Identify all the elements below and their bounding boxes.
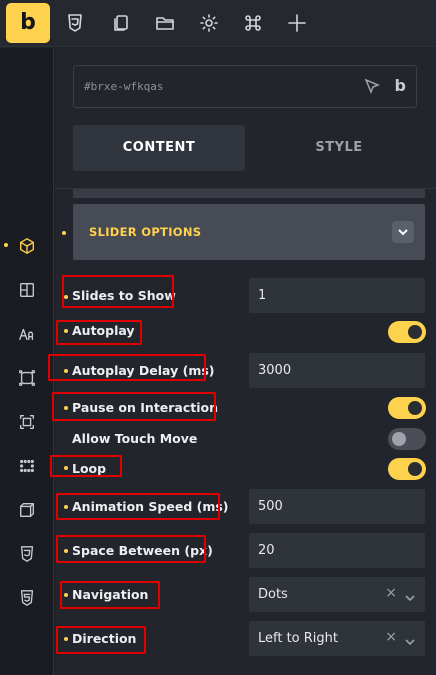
plus-icon[interactable] — [284, 10, 310, 36]
clear-icon[interactable]: × — [385, 629, 397, 645]
slider-options-section[interactable]: SLIDER OPTIONS — [73, 204, 425, 260]
chevron-down-icon[interactable] — [392, 221, 414, 243]
highlight-box — [62, 275, 174, 308]
navigation-select[interactable]: Dots × — [249, 577, 425, 612]
tab-style[interactable]: STYLE — [253, 125, 425, 171]
loop-toggle[interactable] — [388, 458, 426, 480]
animation-speed-input[interactable]: 500 — [249, 489, 425, 524]
highlight-box — [56, 493, 220, 520]
layout-icon[interactable] — [14, 277, 40, 303]
select-value: Dots — [258, 587, 288, 602]
border-effects-icon[interactable] — [14, 365, 40, 391]
space-between-input[interactable]: 20 — [249, 533, 425, 568]
section-indicator — [62, 231, 66, 235]
typography-icon[interactable] — [14, 321, 40, 347]
transform-icon[interactable] — [14, 497, 40, 523]
input-value: 3000 — [258, 363, 292, 378]
input-value: 500 — [258, 499, 283, 514]
grid-dots-icon[interactable] — [14, 453, 40, 479]
input-value: 1 — [258, 288, 267, 303]
slides-to-show-input[interactable]: 1 — [249, 278, 425, 313]
top-toolbar: b — [0, 0, 436, 47]
panel-sidebar — [0, 48, 54, 675]
highlight-box — [60, 581, 160, 609]
autoplay-toggle[interactable] — [388, 321, 426, 343]
bricks-b-icon[interactable]: b — [395, 76, 406, 95]
select-value: Left to Right — [258, 631, 339, 646]
toggle-knob — [408, 401, 422, 415]
section-title: SLIDER OPTIONS — [89, 225, 202, 239]
element-id-field[interactable]: #brxe-wfkqas b — [73, 65, 417, 108]
highlight-box — [56, 320, 142, 345]
spacing-icon[interactable] — [14, 409, 40, 435]
toggle-knob — [408, 462, 422, 476]
folder-icon[interactable] — [152, 10, 178, 36]
toggle-knob — [392, 432, 406, 446]
direction-select[interactable]: Left to Right × — [249, 621, 425, 656]
tab-content[interactable]: CONTENT — [73, 125, 245, 171]
allow-touch-move-toggle[interactable] — [388, 428, 426, 450]
element-id: #brxe-wfkqas — [84, 80, 164, 93]
autoplay-delay-input[interactable]: 3000 — [249, 353, 425, 388]
css3-icon[interactable] — [14, 541, 40, 567]
chevron-down-icon[interactable] — [404, 633, 416, 646]
highlight-box — [52, 392, 216, 421]
command-icon[interactable] — [240, 10, 266, 36]
gear-icon[interactable] — [196, 10, 222, 36]
clear-icon[interactable]: × — [385, 585, 397, 601]
input-value: 20 — [258, 543, 275, 558]
css3-icon[interactable] — [62, 10, 88, 36]
control-label: Allow Touch Move — [72, 431, 198, 446]
highlight-box — [56, 535, 206, 563]
chevron-down-icon[interactable] — [404, 589, 416, 602]
copy-icon[interactable] — [108, 10, 134, 36]
highlight-box — [56, 626, 146, 654]
html5-icon[interactable] — [14, 585, 40, 611]
active-indicator — [4, 243, 8, 247]
highlight-box — [50, 455, 122, 477]
toggle-knob — [408, 325, 422, 339]
cube-icon[interactable] — [14, 233, 40, 259]
bricks-logo[interactable]: b — [6, 3, 50, 43]
highlight-box — [48, 354, 206, 381]
cursor-arrow-icon[interactable] — [364, 78, 382, 96]
previous-section-edge — [73, 189, 425, 198]
pause-on-interaction-toggle[interactable] — [388, 397, 426, 419]
